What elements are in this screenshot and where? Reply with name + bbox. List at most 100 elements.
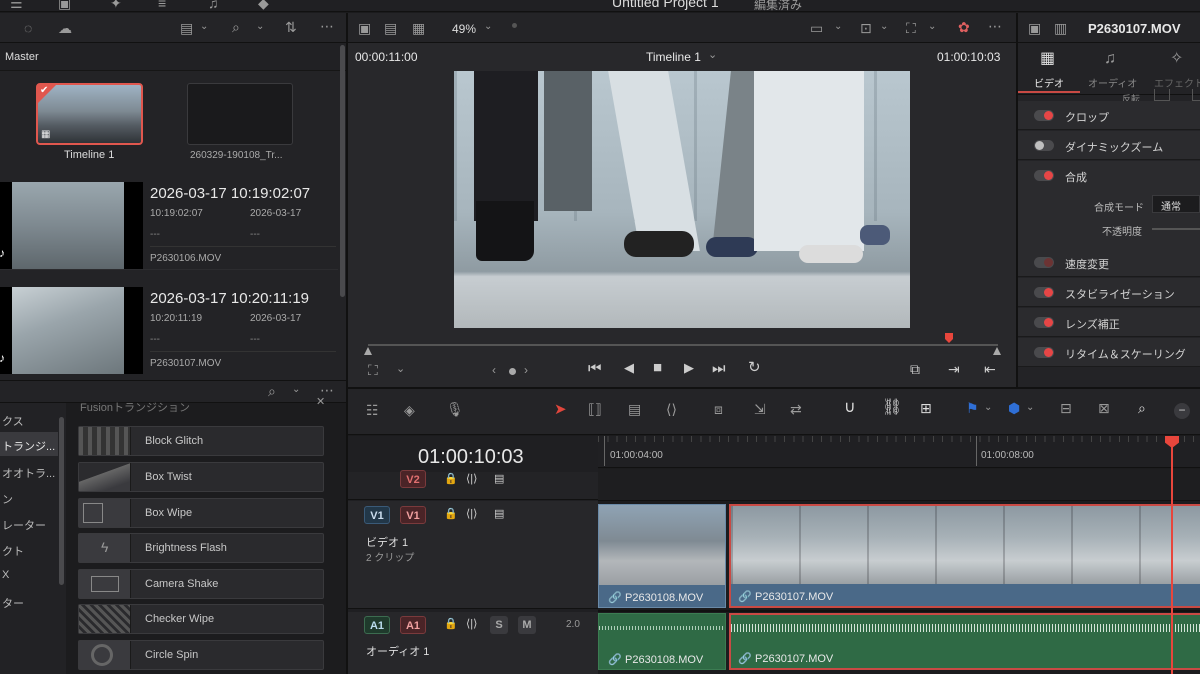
enable-toggle[interactable]	[1034, 317, 1054, 328]
sort-icon[interactable]: ⇅	[285, 20, 297, 34]
inspector-row-speed-change[interactable]: 速度変更	[1018, 248, 1200, 277]
stop-icon[interactable]: ■	[653, 360, 662, 375]
lock-icon[interactable]: ⊞	[920, 401, 932, 415]
color-wheel-icon[interactable]: ✿	[958, 20, 970, 34]
track-source-v1[interactable]: V1	[364, 506, 390, 524]
sidebar-item[interactable]: クト	[2, 543, 24, 559]
inspector-row-dynamic-zoom[interactable]: ダイナミックズーム	[1018, 131, 1200, 160]
jog-dot[interactable]	[509, 368, 516, 375]
chevron-down-icon[interactable]: ⌄	[1026, 403, 1034, 413]
track-name[interactable]: ビデオ 1	[366, 534, 408, 550]
crop-icon[interactable]: ⛶	[368, 363, 378, 377]
sidebar-item[interactable]: オオトラ...	[2, 465, 55, 481]
track-source-a1[interactable]: A1	[364, 616, 390, 634]
skip-end-icon[interactable]: ⏭	[712, 361, 726, 376]
image-icon[interactable]: ▣	[358, 21, 371, 35]
tab-effects[interactable]: ✧ エフェクト	[1146, 43, 1200, 93]
link-icon[interactable]: ⛓	[882, 400, 902, 416]
blade-icon[interactable]: ▤	[628, 402, 641, 416]
insert-icon[interactable]: ⧈	[714, 402, 723, 416]
zoom-level[interactable]: 49%	[452, 22, 476, 36]
opacity-slider[interactable]	[1152, 228, 1200, 230]
chevron-down-icon[interactable]: ⌄	[256, 22, 264, 32]
enable-toggle[interactable]	[1034, 257, 1054, 268]
more-icon[interactable]: ⋯	[988, 19, 1002, 33]
chevron-down-icon[interactable]: ⌄	[928, 22, 936, 32]
auto-select-icon[interactable]: ⟨|⟩	[466, 509, 477, 520]
tab-audio[interactable]: ♫ オーディオ	[1082, 43, 1144, 93]
effects-icon[interactable]: ✦	[110, 0, 122, 10]
track-visibility-icon[interactable]: ▤	[494, 474, 504, 485]
effect-item[interactable]: ϟ Brightness Flash	[78, 533, 324, 563]
next-edit-icon[interactable]: ⇥	[948, 362, 960, 376]
more-icon[interactable]: ⋯	[320, 19, 334, 33]
sidebar-item[interactable]: クス	[2, 413, 24, 429]
timeline-tile[interactable]: ✔ ▦	[36, 83, 143, 145]
scrub-bar[interactable]	[368, 344, 998, 346]
zoom-detail-icon[interactable]: ⊠	[1098, 401, 1110, 415]
safe-area-icon[interactable]: ▭	[810, 21, 823, 35]
hq-icon[interactable]: ⊡	[860, 21, 872, 35]
enable-toggle[interactable]	[1034, 347, 1054, 358]
search-icon[interactable]: ⌕	[268, 384, 276, 398]
diamond-icon[interactable]: ◈	[404, 403, 415, 417]
jog-left-icon[interactable]: ‹	[492, 364, 496, 376]
view-mode-icon[interactable]: ▤	[180, 21, 193, 35]
transform-icon[interactable]: ⛶	[906, 21, 916, 35]
inspector-row-crop[interactable]: クロップ	[1018, 101, 1200, 130]
list-item[interactable]: ♪ 2026-03-17 10:19:02:07 10:19:02:07 202…	[0, 182, 338, 270]
chevron-down-icon[interactable]: ⌄	[200, 22, 208, 32]
track-dest-a1[interactable]: A1	[400, 616, 426, 634]
index-icon[interactable]: ≡	[158, 0, 166, 10]
enable-toggle[interactable]	[1034, 170, 1054, 181]
chevron-down-icon[interactable]: ⌄	[834, 22, 842, 32]
panel-icon[interactable]: ▥	[1054, 21, 1067, 35]
chevron-down-icon[interactable]: ⌄	[880, 22, 888, 32]
enable-toggle[interactable]	[1034, 140, 1054, 151]
flag-icon[interactable]: ⚑	[966, 401, 979, 415]
lock-icon[interactable]: 🔒	[444, 509, 458, 520]
skip-start-icon[interactable]: ⏮	[588, 361, 602, 376]
layout-icon[interactable]: ☷	[366, 403, 379, 417]
overwrite-icon[interactable]: ⇲	[754, 402, 766, 416]
sidebar-item[interactable]: レーター	[2, 517, 46, 533]
auto-select-icon[interactable]: ⟨|⟩	[466, 474, 477, 485]
inspector-row-stabilization[interactable]: スタビライゼーション	[1018, 278, 1200, 307]
sidebar-item[interactable]: ン	[2, 491, 13, 507]
zoom-full-icon[interactable]: ⊟	[1060, 401, 1072, 415]
image-icon[interactable]: ▣	[1028, 21, 1041, 35]
auto-select-icon[interactable]: ⟨|⟩	[466, 619, 477, 630]
cloud-icon[interactable]: ☁	[58, 21, 72, 35]
scrollbar[interactable]	[59, 417, 64, 585]
track-dest-v1[interactable]: V1	[400, 506, 426, 524]
dynamic-trim-icon[interactable]: ⟨⟩	[666, 402, 677, 416]
composite-mode-select[interactable]: 通常	[1152, 195, 1200, 213]
chevron-down-icon[interactable]: ⌄	[484, 22, 492, 32]
enable-toggle[interactable]	[1034, 110, 1054, 121]
timeline-clip-audio[interactable]: 🔗 P2630108.MOV	[598, 613, 726, 670]
scrollbar[interactable]	[340, 45, 345, 297]
trim-icon[interactable]: ⟦⟧	[588, 402, 602, 416]
sidebar-item[interactable]: ター	[2, 595, 24, 611]
snapping-icon[interactable]: ∪	[844, 400, 856, 416]
playhead-line[interactable]	[1171, 446, 1173, 674]
menu-icon[interactable]: ☰	[10, 0, 23, 10]
flip-h-button[interactable]	[1154, 89, 1170, 101]
loop-icon[interactable]: ↻	[748, 360, 761, 375]
sidebar-item-selected[interactable]: トランジ...	[0, 432, 58, 456]
tab-video[interactable]: ▦ ビデオ	[1018, 43, 1080, 93]
out-handle[interactable]	[993, 347, 1001, 355]
more-icon[interactable]: ⋯	[320, 383, 334, 397]
timeline-clip-video-selected[interactable]: 🔗 P2630107.MOV	[729, 504, 1200, 608]
timeline-ruler[interactable]: 01:00:04:00 01:00:08:00	[598, 436, 1200, 468]
effect-item[interactable]: Block Glitch	[78, 426, 324, 456]
zoom-custom-icon[interactable]: ⌕	[1138, 401, 1146, 415]
comment-icon[interactable]: ◌	[24, 21, 32, 35]
effect-item[interactable]: Camera Shake	[78, 569, 324, 599]
bin-label[interactable]: Master	[5, 51, 39, 63]
pointer-icon[interactable]: ➤	[554, 402, 567, 417]
list-item[interactable]: ♪ 2026-03-17 10:20:11:19 10:20:11:19 202…	[0, 287, 338, 375]
sound-library-icon[interactable]: ♫	[208, 0, 219, 10]
track-name[interactable]: オーディオ 1	[366, 643, 429, 659]
enable-toggle[interactable]	[1034, 287, 1054, 298]
